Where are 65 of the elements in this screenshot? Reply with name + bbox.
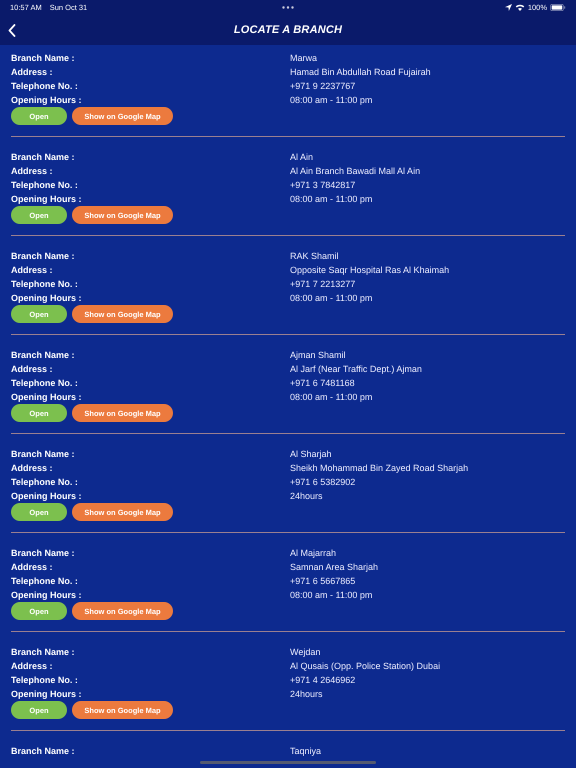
telephone-number: +971 4 2646962 (290, 674, 356, 687)
branch-name: RAK Shamil (290, 250, 339, 263)
branch-name: Marwa (290, 52, 318, 65)
telephone-number: +971 6 5667865 (290, 575, 356, 588)
telephone-label: Telephone No. : (11, 80, 79, 93)
telephone-number: +971 9 2237767 (290, 80, 356, 93)
branch-address: Opposite Saqr Hospital Ras Al Khaimah (290, 264, 450, 277)
telephone-number: +971 7 2213277 (290, 278, 356, 291)
branch-name: Al Majarrah (290, 547, 336, 560)
opening-hours-label: Opening Hours : (11, 589, 82, 602)
telephone-label: Telephone No. : (11, 575, 79, 588)
branch-name-label: Branch Name : (11, 646, 76, 659)
opening-hours-label: Opening Hours : (11, 193, 82, 206)
branch-address: Samnan Area Sharjah (290, 561, 378, 574)
telephone-number: +971 6 5382902 (290, 476, 356, 489)
address-label: Address : (11, 165, 54, 178)
address-label: Address : (11, 363, 54, 376)
branch-name: Ajman Shamil (290, 349, 346, 362)
opening-hours: 08:00 am - 11:00 pm (290, 193, 372, 206)
telephone-number: +971 3 7842817 (290, 179, 356, 192)
branch-address: Sheikh Mohammad Bin Zayed Road Sharjah (290, 462, 468, 475)
opening-hours: 08:00 am - 11:00 pm (290, 94, 372, 107)
battery-icon (550, 4, 566, 11)
branch-name-label: Branch Name : (11, 52, 76, 65)
opening-hours: 08:00 am - 11:00 pm (290, 391, 372, 404)
branch-name: Al Ain (290, 151, 314, 164)
back-button[interactable] (6, 22, 18, 39)
back-chevron-icon (8, 24, 16, 37)
branch-address: Al Jarf (Near Traffic Dept.) Ajman (290, 363, 422, 376)
branch-address: Hamad Bin Abdullah Road Fujairah (290, 66, 431, 79)
telephone-label: Telephone No. : (11, 476, 79, 489)
location-arrow-icon (504, 4, 512, 11)
branch-name-label: Branch Name : (11, 448, 76, 461)
telephone-label: Telephone No. : (11, 377, 79, 390)
opening-hours-label: Opening Hours : (11, 490, 82, 503)
branch-address: Al Qusais (Opp. Police Station) Dubai (290, 660, 440, 673)
address-label: Address : (11, 462, 54, 475)
telephone-number: +971 6 7481168 (290, 377, 355, 390)
opening-hours-label: Opening Hours : (11, 688, 82, 701)
address-label: Address : (11, 264, 54, 277)
telephone-label: Telephone No. : (11, 179, 79, 192)
wifi-icon (514, 4, 525, 11)
address-label: Address : (11, 66, 54, 79)
branch-name-label: Branch Name : (11, 745, 76, 758)
opening-hours: 24hours (290, 688, 323, 701)
opening-hours: 08:00 am - 11:00 pm (290, 589, 372, 602)
branch-address: Al Ain Branch Bawadi Mall Al Ain (290, 165, 420, 178)
opening-hours: 24hours (290, 490, 323, 503)
opening-hours-label: Opening Hours : (11, 94, 82, 107)
opening-hours: 08:00 am - 11:00 pm (290, 292, 372, 305)
multitasking-dots-icon[interactable] (282, 6, 294, 9)
telephone-label: Telephone No. : (11, 674, 79, 687)
branch-name-label: Branch Name : (11, 250, 76, 263)
address-label: Address : (11, 660, 54, 673)
screen-title: LOCATE A BRANCH (234, 24, 342, 36)
branch-name: Wejdan (290, 646, 320, 659)
opening-hours-label: Opening Hours : (11, 292, 82, 305)
branch-name: Taqniya (290, 745, 322, 758)
opening-hours-label: Opening Hours : (11, 391, 82, 404)
telephone-label: Telephone No. : (11, 278, 79, 291)
branch-name: Al Sharjah (290, 448, 332, 461)
address-label: Address : (11, 561, 54, 574)
branch-name-label: Branch Name : (11, 151, 76, 164)
branch-name-label: Branch Name : (11, 349, 76, 362)
branch-name-label: Branch Name : (11, 547, 76, 560)
